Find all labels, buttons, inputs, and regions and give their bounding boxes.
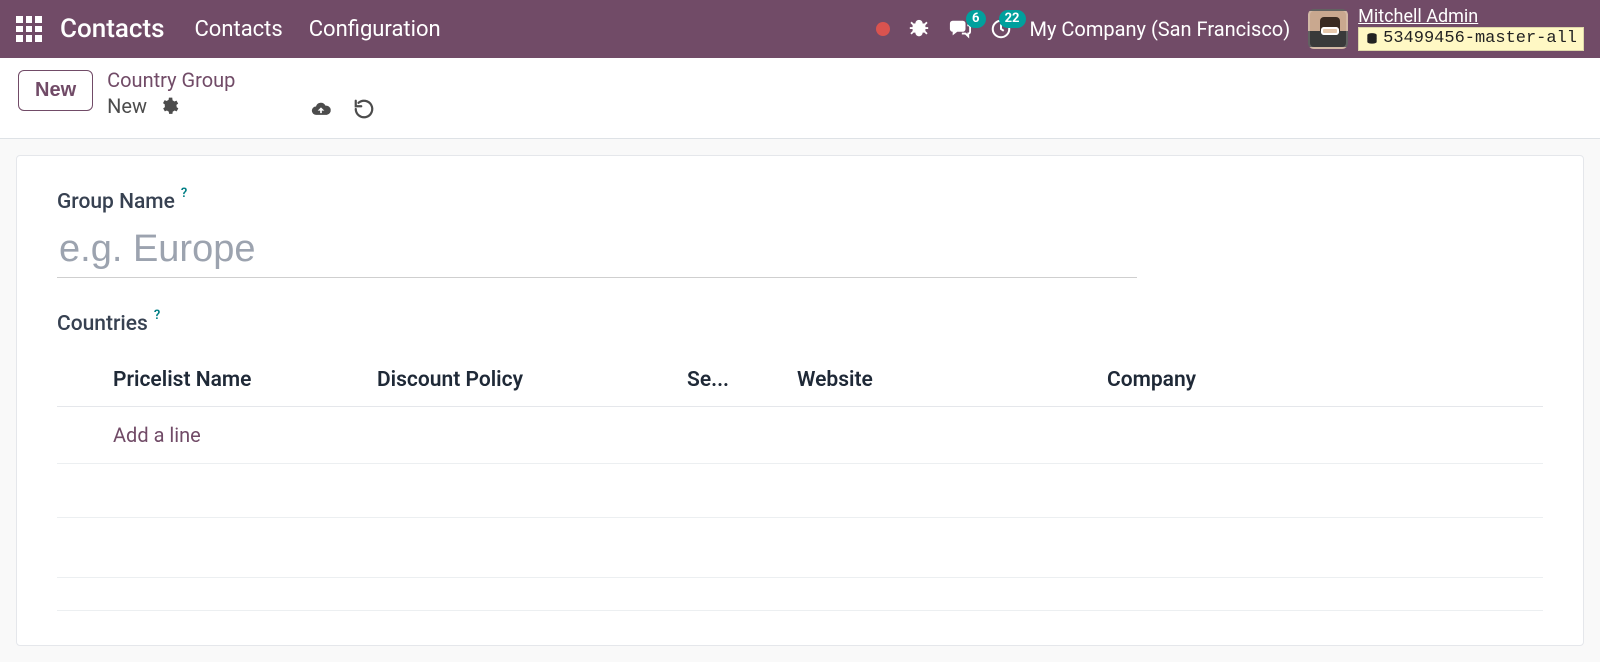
cloud-unsaved-icon[interactable]	[309, 99, 333, 119]
table-row-add: Add a line	[57, 407, 1543, 464]
debug-icon[interactable]	[908, 18, 930, 40]
discard-icon[interactable]	[353, 98, 375, 120]
messages-badge: 6	[966, 10, 985, 28]
new-button[interactable]: New	[18, 70, 93, 111]
control-panel: New Country Group New	[0, 58, 1600, 139]
activities-badge: 22	[999, 10, 1026, 28]
gear-icon[interactable]	[159, 96, 179, 116]
group-name-label: Group Name	[57, 190, 175, 214]
apps-launcher-icon[interactable]	[16, 16, 42, 42]
nav-menu-contacts[interactable]: Contacts	[194, 17, 282, 42]
messages-icon[interactable]: 6	[948, 18, 972, 40]
table-row-empty	[57, 464, 1543, 518]
user-text: Mitchell Admin 53499456-master-all	[1358, 7, 1584, 51]
user-name: Mitchell Admin	[1358, 7, 1584, 27]
countries-help-icon[interactable]: ?	[154, 308, 160, 323]
record-indicator-icon[interactable]	[876, 22, 890, 36]
table-header-row: Pricelist Name Discount Policy Se... Web…	[57, 354, 1543, 407]
pricelist-table: Pricelist Name Discount Policy Se... Web…	[57, 354, 1543, 611]
top-navbar: Contacts Contacts Configuration 6 22 My …	[0, 0, 1600, 58]
form-sheet-wrap: Group Name ? Countries ? Pricelist Name …	[0, 139, 1600, 662]
countries-label: Countries	[57, 312, 148, 336]
activities-icon[interactable]: 22	[990, 18, 1012, 40]
avatar	[1308, 9, 1348, 49]
col-company[interactable]: Company	[1097, 354, 1543, 407]
group-name-input[interactable]	[57, 220, 1137, 278]
nav-menu-configuration[interactable]: Configuration	[309, 17, 441, 42]
database-tag: 53499456-master-all	[1358, 27, 1584, 52]
navbar-right: 6 22 My Company (San Francisco) Mitchell…	[876, 7, 1584, 51]
col-discount-policy[interactable]: Discount Policy	[367, 354, 677, 407]
table-row-gap	[57, 518, 1543, 578]
record-status-icons	[309, 98, 375, 120]
app-title[interactable]: Contacts	[60, 14, 164, 44]
company-switcher[interactable]: My Company (San Francisco)	[1030, 17, 1291, 41]
database-icon	[1365, 32, 1379, 46]
breadcrumb-current: New	[107, 94, 147, 118]
group-name-help-icon[interactable]: ?	[181, 186, 187, 201]
user-menu[interactable]: Mitchell Admin 53499456-master-all	[1308, 7, 1584, 51]
breadcrumb-parent[interactable]: Country Group	[107, 68, 235, 92]
database-name: 53499456-master-all	[1383, 30, 1577, 49]
add-line-button[interactable]: Add a line	[113, 423, 201, 447]
table-closing-line	[57, 578, 1543, 611]
col-website[interactable]: Website	[787, 354, 1097, 407]
col-selectable[interactable]: Se...	[677, 354, 787, 407]
col-pricelist-name[interactable]: Pricelist Name	[57, 354, 367, 407]
nav-menu: Contacts Configuration	[194, 17, 440, 42]
form-sheet: Group Name ? Countries ? Pricelist Name …	[16, 155, 1584, 646]
breadcrumb: Country Group New	[107, 68, 235, 118]
